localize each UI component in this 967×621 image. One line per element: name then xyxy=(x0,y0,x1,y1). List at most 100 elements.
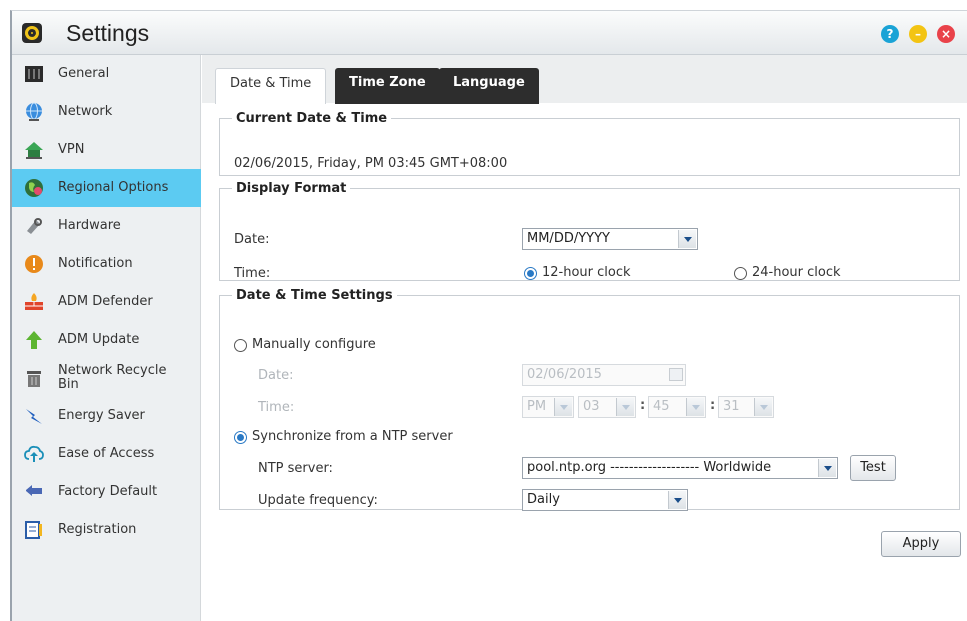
time-separator: : xyxy=(640,398,646,413)
sidebar-item-label: Regional Options xyxy=(58,180,169,195)
sidebar-item-label: Network Recycle Bin xyxy=(58,363,167,392)
radio-12-hour-label[interactable]: 12-hour clock xyxy=(542,265,631,280)
sidebar-item-label: ADM Defender xyxy=(58,294,153,309)
regional-globe-icon xyxy=(25,179,43,197)
sidebar-item-adm-defender[interactable]: ADM Defender xyxy=(12,283,201,321)
minute-value: 45 xyxy=(653,399,670,414)
manual-configure-label[interactable]: Manually configure xyxy=(252,337,376,352)
manual-date-label: Date: xyxy=(258,368,294,383)
display-format-legend: Display Format xyxy=(236,181,347,196)
current-date-time-legend: Current Date & Time xyxy=(236,111,388,126)
ntp-server-label: NTP server: xyxy=(258,461,333,476)
sidebar-item-label: Hardware xyxy=(58,218,121,233)
tab-bar: Date & Time Time Zone Language xyxy=(202,55,967,104)
tab-date-time[interactable]: Date & Time xyxy=(215,68,327,104)
sidebar-item-label: Notification xyxy=(58,256,133,271)
sidebar-item-network[interactable]: Network xyxy=(12,93,201,131)
recycle-bin-icon xyxy=(27,371,41,387)
globe-icon xyxy=(26,102,42,121)
apply-button[interactable]: Apply xyxy=(881,531,961,557)
chevron-down-icon xyxy=(818,459,836,477)
help-button[interactable]: ? xyxy=(881,25,899,43)
sidebar-item-registration[interactable]: Registration xyxy=(12,511,201,549)
cloud-access-icon xyxy=(24,445,44,462)
manual-date-value: 02/06/2015 xyxy=(527,367,602,382)
display-format-group: Display Format Date: MM/DD/YYYY Time: 12… xyxy=(219,181,960,281)
date-format-label: Date: xyxy=(234,232,270,247)
test-button[interactable]: Test xyxy=(850,455,896,481)
window-title: Settings xyxy=(66,20,150,46)
hour-select[interactable]: 03 xyxy=(578,396,636,418)
sidebar-item-ease-of-access[interactable]: Ease of Access xyxy=(12,435,201,473)
general-icon xyxy=(25,66,43,82)
second-value: 31 xyxy=(723,399,740,414)
chevron-down-icon xyxy=(616,398,634,416)
minute-select[interactable]: 45 xyxy=(648,396,706,418)
sidebar: General Network VPN Regional Options Har… xyxy=(12,55,201,621)
sidebar-item-label: General xyxy=(58,66,110,81)
undo-arrow-icon xyxy=(26,485,42,496)
vpn-icon xyxy=(25,142,43,159)
sidebar-item-label: ADM Update xyxy=(58,332,140,347)
ampm-select[interactable]: PM xyxy=(522,396,574,418)
chevron-down-icon xyxy=(668,491,686,509)
close-button[interactable]: × xyxy=(937,25,955,43)
radio-ntp-sync[interactable] xyxy=(234,431,247,444)
time-separator: : xyxy=(710,398,716,413)
chevron-down-icon xyxy=(754,398,772,416)
chevron-down-icon xyxy=(686,398,704,416)
ampm-value: PM xyxy=(527,399,547,414)
sidebar-item-label: Energy Saver xyxy=(58,408,145,423)
sidebar-item-regional-options[interactable]: Regional Options xyxy=(12,169,201,207)
ntp-server-value: pool.ntp.org ------------------- Worldwi… xyxy=(527,460,772,475)
tab-language[interactable]: Language xyxy=(439,68,539,104)
minimize-button[interactable]: – xyxy=(909,25,927,43)
update-frequency-label: Update frequency: xyxy=(258,493,378,508)
settings-app-icon xyxy=(22,23,42,43)
sidebar-item-network-recycle-bin[interactable]: Network Recycle Bin xyxy=(12,359,201,397)
manual-date-input[interactable]: 02/06/2015 xyxy=(522,364,686,386)
date-format-select[interactable]: MM/DD/YYYY xyxy=(522,228,698,250)
sidebar-item-hardware[interactable]: Hardware xyxy=(12,207,201,245)
chevron-down-icon xyxy=(554,398,572,416)
registration-icon xyxy=(25,521,42,539)
title-bar: Settings ? – × xyxy=(12,11,967,55)
second-select[interactable]: 31 xyxy=(718,396,774,418)
sidebar-item-label: Ease of Access xyxy=(58,446,155,461)
ntp-server-select[interactable]: pool.ntp.org ------------------- Worldwi… xyxy=(522,457,838,479)
radio-12-hour[interactable] xyxy=(524,267,537,280)
update-arrow-icon xyxy=(26,331,42,349)
tab-time-zone[interactable]: Time Zone xyxy=(335,68,440,104)
notification-icon xyxy=(25,255,43,273)
energy-saver-icon xyxy=(26,409,42,424)
sidebar-item-energy-saver[interactable]: Energy Saver xyxy=(12,397,201,435)
firewall-icon xyxy=(25,293,43,310)
sidebar-item-factory-default[interactable]: Factory Default xyxy=(12,473,201,511)
sidebar-item-general[interactable]: General xyxy=(12,55,201,93)
current-date-time-group: Current Date & Time 02/06/2015, Friday, … xyxy=(219,111,960,176)
sidebar-item-notification[interactable]: Notification xyxy=(12,245,201,283)
chevron-down-icon xyxy=(678,230,696,248)
radio-24-hour-label[interactable]: 24-hour clock xyxy=(752,265,841,280)
ntp-sync-label[interactable]: Synchronize from a NTP server xyxy=(252,429,453,444)
hardware-icon xyxy=(27,218,42,234)
sidebar-item-adm-update[interactable]: ADM Update xyxy=(12,321,201,359)
sidebar-item-vpn[interactable]: VPN xyxy=(12,131,201,169)
manual-time-label: Time: xyxy=(258,400,295,415)
date-time-settings-group: Date & Time Settings Manually configure … xyxy=(219,288,960,511)
current-date-time-value: 02/06/2015, Friday, PM 03:45 GMT+08:00 xyxy=(234,156,508,171)
calendar-icon[interactable] xyxy=(669,368,683,381)
date-format-value: MM/DD/YYYY xyxy=(527,231,610,246)
radio-manual-configure[interactable] xyxy=(234,339,247,352)
sidebar-item-label: Registration xyxy=(58,522,137,537)
sidebar-item-label: Network xyxy=(58,104,113,119)
radio-24-hour[interactable] xyxy=(734,267,747,280)
content-panel: Date & Time Time Zone Language Current D… xyxy=(202,55,967,621)
update-frequency-select[interactable]: Daily xyxy=(522,489,688,511)
time-format-label: Time: xyxy=(234,266,271,281)
sidebar-item-label: VPN xyxy=(58,142,85,157)
hour-value: 03 xyxy=(583,399,600,414)
settings-window: Settings ? – × General Network VPN Regio… xyxy=(10,10,967,621)
update-frequency-value: Daily xyxy=(527,492,560,507)
date-time-settings-legend: Date & Time Settings xyxy=(236,288,393,303)
